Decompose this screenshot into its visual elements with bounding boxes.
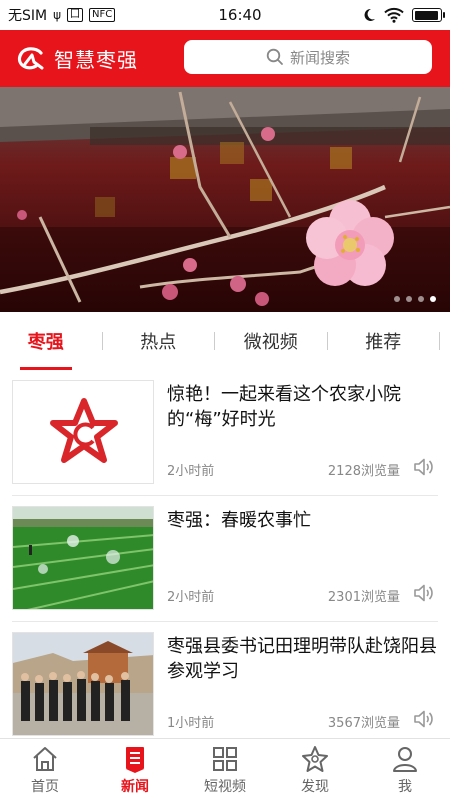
banner-image	[0, 87, 450, 312]
discover-icon	[302, 745, 328, 772]
battery-fill	[414, 10, 438, 20]
group-photo-image	[13, 633, 153, 735]
tab-divider	[326, 332, 328, 350]
category-tabs: 枣强 热点 微视频 推荐	[0, 312, 450, 370]
carousel-dot[interactable]	[430, 296, 436, 302]
nav-item-0[interactable]: 首页	[0, 739, 90, 800]
carousel-dot[interactable]	[394, 296, 400, 302]
carousel-dot[interactable]	[418, 296, 424, 302]
nav-label: 我	[398, 778, 412, 795]
news-views: 2301浏览量	[327, 590, 400, 605]
speaker-icon[interactable]	[412, 581, 436, 605]
speaker-icon[interactable]	[412, 707, 436, 731]
news-thumbnail[interactable]	[12, 506, 154, 610]
county-logo-icon	[13, 381, 153, 483]
home-icon	[33, 746, 57, 771]
tab-divider	[101, 332, 103, 350]
news-item[interactable]: 枣强：春暖农事忙 2小时前 2301浏览量	[12, 496, 438, 622]
app-header: 智慧枣强 新闻搜索	[0, 30, 450, 87]
nav-label: 首页	[31, 778, 59, 795]
battery-icon	[412, 8, 445, 22]
clock: 16:40	[218, 6, 262, 24]
moon-icon	[364, 8, 375, 21]
news-time: 2小时前	[167, 590, 215, 605]
news-views: 3567浏览量	[327, 716, 400, 731]
notification-icon: 囗	[67, 8, 84, 22]
bottom-navigation: 首页 新闻 短视频 发现 我	[0, 738, 450, 800]
nav-item-2[interactable]: 短视频	[180, 739, 270, 800]
tab-divider	[214, 332, 215, 350]
news-thumbnail[interactable]	[12, 632, 154, 736]
nav-label: 短视频	[204, 778, 246, 795]
news-views: 2128浏览量	[327, 464, 400, 479]
carousel-dot[interactable]	[406, 296, 412, 302]
nav-label: 发现	[301, 778, 329, 795]
news-title[interactable]: 惊艳！一起来看这个农家小院的“梅”好时光	[167, 382, 437, 432]
news-title[interactable]: 枣强县委书记田理明带队赴饶阳县参观学习	[167, 634, 437, 684]
news-item[interactable]: 惊艳！一起来看这个农家小院的“梅”好时光 2小时前 2128浏览量	[12, 370, 438, 496]
news-time: 2小时前	[167, 464, 215, 479]
app-screen: 无SIM ψ 囗 NFC 16:40 智慧枣强 新闻搜索 枣强 热点 微视频 推…	[0, 0, 450, 800]
news-thumbnail[interactable]	[12, 380, 154, 484]
search-bar[interactable]: 新闻搜索	[184, 40, 432, 74]
grid-icon	[213, 746, 237, 771]
user-icon	[393, 746, 417, 772]
status-right	[362, 7, 445, 23]
farm-field-image	[13, 507, 153, 609]
usb-icon: ψ	[53, 8, 62, 22]
nfc-icon: NFC	[89, 8, 116, 22]
nav-item-3[interactable]: 发现	[270, 739, 360, 800]
news-time: 1小时前	[167, 716, 215, 731]
news-title[interactable]: 枣强：春暖农事忙	[167, 508, 437, 533]
news-list: 惊艳！一起来看这个农家小院的“梅”好时光 2小时前 2128浏览量 枣强：春暖农…	[12, 370, 438, 748]
tab-0[interactable]: 枣强	[0, 312, 92, 370]
banner-carousel[interactable]	[0, 87, 450, 312]
tab-divider	[439, 332, 440, 350]
carrier-label: 无SIM	[8, 8, 48, 24]
search-placeholder: 新闻搜索	[289, 48, 350, 67]
search-icon	[266, 48, 283, 65]
nav-label: 新闻	[121, 778, 149, 795]
news-item[interactable]: 枣强县委书记田理明带队赴饶阳县参观学习 1小时前 3567浏览量	[12, 622, 438, 748]
news-icon	[126, 746, 144, 773]
status-bar: 无SIM ψ 囗 NFC 16:40	[0, 0, 450, 30]
logo-icon	[17, 46, 44, 69]
nav-item-4[interactable]: 我	[360, 739, 450, 800]
tab-2[interactable]: 微视频	[225, 312, 317, 370]
tab-1[interactable]: 热点	[113, 312, 205, 370]
nav-item-1[interactable]: 新闻	[90, 739, 180, 800]
speaker-icon[interactable]	[412, 455, 436, 479]
tab-3[interactable]: 推荐	[338, 312, 430, 370]
carousel-dots	[394, 296, 436, 302]
wifi-icon	[384, 7, 404, 23]
app-title: 智慧枣强	[54, 48, 138, 72]
